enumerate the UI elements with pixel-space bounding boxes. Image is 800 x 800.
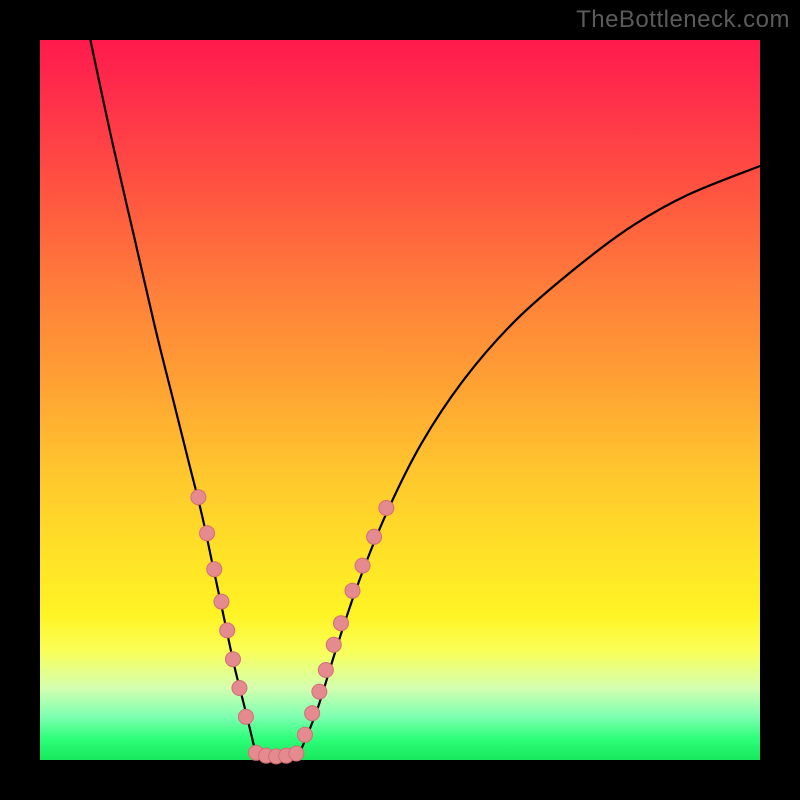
marker-dot [191,490,206,505]
marker-dot [379,501,394,516]
marker-dot [220,623,235,638]
marker-dot [232,681,247,696]
marker-dot [305,706,320,721]
marker-dots [191,490,394,764]
watermark-text: TheBottleneck.com [576,6,790,34]
marker-dot [238,709,253,724]
marker-dot [326,637,341,652]
marker-dot [318,663,333,678]
marker-dot [225,652,240,667]
curve-layer [40,40,760,760]
curve-left-branch [90,40,256,754]
chart-frame: TheBottleneck.com [0,0,800,800]
marker-dot [289,746,304,761]
marker-dot [345,583,360,598]
curve-right-branch [299,166,760,754]
marker-dot [367,529,382,544]
marker-dot [333,616,348,631]
plot-area [40,40,760,760]
marker-dot [355,558,370,573]
marker-dot [200,526,215,541]
marker-dot [312,684,327,699]
marker-dot [207,562,222,577]
marker-dot [297,727,312,742]
marker-dot [214,594,229,609]
